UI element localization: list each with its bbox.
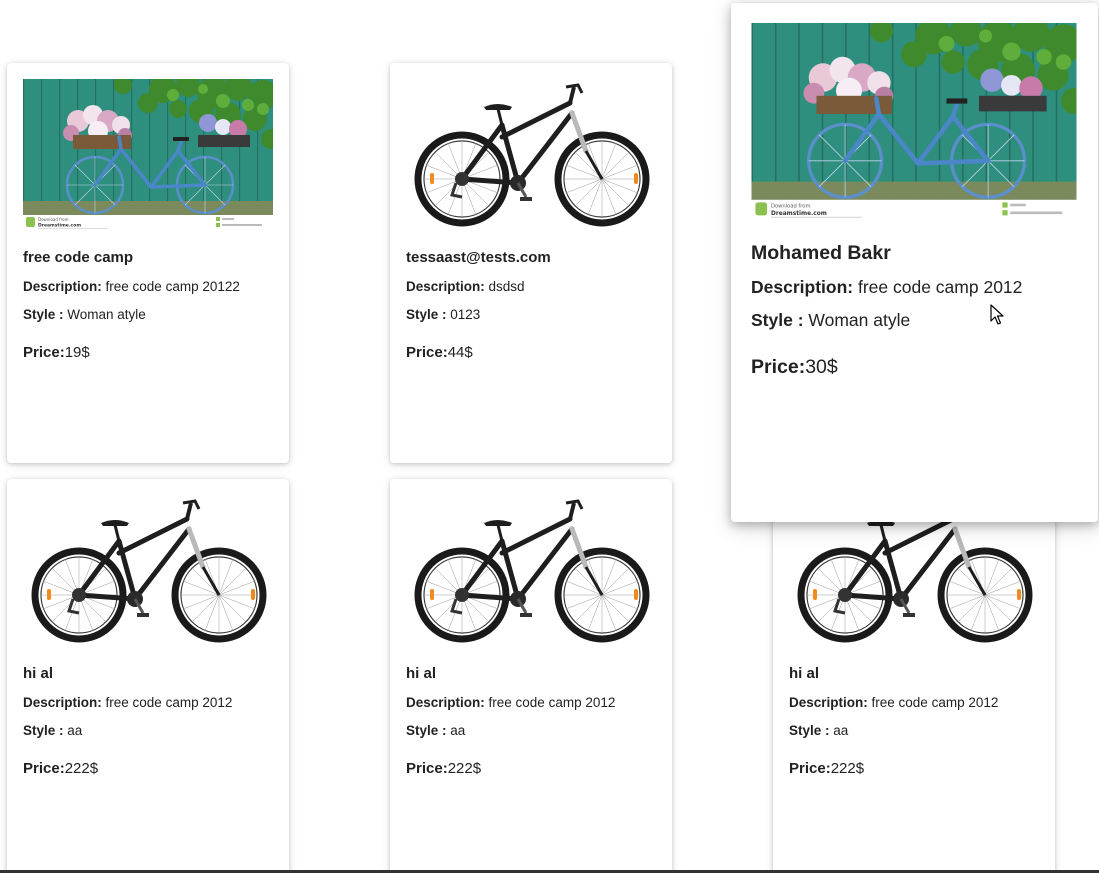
- price-label: Price:: [23, 760, 65, 777]
- price-row: Price:19$: [23, 344, 273, 362]
- product-title: hi al: [406, 665, 437, 682]
- price-value: 44$: [447, 344, 473, 361]
- description-row: Description: free code camp 20122: [23, 279, 273, 295]
- product-title: free code camp: [23, 249, 134, 266]
- description-value: free code camp 20122: [105, 279, 240, 294]
- style-value: aa: [833, 723, 849, 738]
- product-card[interactable]: hi al Description: free code camp 2012 S…: [773, 479, 1055, 873]
- description-value: free code camp 2012: [488, 695, 616, 710]
- price-row: Price:44$: [406, 344, 656, 362]
- style-row: Style : 0123: [406, 307, 656, 323]
- style-row: Style : aa: [23, 723, 273, 739]
- price-label: Price:: [751, 356, 806, 378]
- product-card[interactable]: tessaast@tests.com Description: dsdsd St…: [390, 63, 672, 463]
- price-row: Price:30$: [751, 356, 1078, 378]
- price-value: 222$: [830, 760, 865, 777]
- price-label: Price:: [789, 760, 831, 777]
- style-value: Woman atyle: [808, 310, 911, 330]
- style-row: Style : aa: [406, 723, 656, 739]
- style-label: Style :: [406, 723, 447, 738]
- description-value: dsdsd: [488, 279, 525, 294]
- description-label: Description:: [406, 279, 485, 294]
- product-title: hi al: [23, 665, 54, 682]
- product-image: [751, 23, 1077, 218]
- product-title: Mohamed Bakr: [751, 242, 891, 264]
- description-value: free code camp 2012: [105, 695, 233, 710]
- price-label: Price:: [406, 760, 448, 777]
- price-label: Price:: [406, 344, 448, 361]
- description-row: Description: free code camp 2012: [406, 695, 656, 711]
- product-card[interactable]: hi al Description: free code camp 2012 S…: [7, 479, 289, 873]
- style-value: aa: [450, 723, 466, 738]
- price-value: 19$: [64, 344, 90, 361]
- price-row: Price:222$: [789, 760, 1039, 778]
- price-row: Price:222$: [406, 760, 656, 778]
- style-label: Style :: [23, 723, 64, 738]
- price-value: 222$: [447, 760, 482, 777]
- product-card[interactable]: hi al Description: free code camp 2012 S…: [390, 479, 672, 873]
- style-value: Woman atyle: [67, 307, 146, 322]
- style-row: Style : Woman atyle: [751, 311, 1078, 330]
- product-grid: free code camp Description: free code ca…: [0, 0, 1099, 873]
- product-title: tessaast@tests.com: [406, 249, 551, 266]
- description-label: Description:: [23, 695, 102, 710]
- mouse-cursor-icon: [990, 304, 1004, 325]
- product-image: [406, 495, 656, 645]
- description-row: Description: free code camp 2012: [789, 695, 1039, 711]
- description-label: Description:: [789, 695, 868, 710]
- product-card-hovered[interactable]: Mohamed Bakr Description: free code camp…: [731, 3, 1098, 522]
- style-row: Style : aa: [789, 723, 1039, 739]
- price-value: 30$: [805, 356, 838, 378]
- description-label: Description:: [751, 277, 854, 297]
- style-value: 0123: [450, 307, 481, 322]
- style-label: Style :: [751, 310, 804, 330]
- product-title: hi al: [789, 665, 820, 682]
- product-image: [23, 495, 273, 645]
- description-row: Description: free code camp 2012: [23, 695, 273, 711]
- price-row: Price:222$: [23, 760, 273, 778]
- description-value: free code camp 2012: [871, 695, 999, 710]
- style-label: Style :: [789, 723, 830, 738]
- price-value: 222$: [64, 760, 99, 777]
- description-value: free code camp 2012: [857, 277, 1023, 297]
- style-value: aa: [67, 723, 83, 738]
- product-card[interactable]: free code camp Description: free code ca…: [7, 63, 289, 463]
- description-row: Description: dsdsd: [406, 279, 656, 295]
- style-label: Style :: [23, 307, 64, 322]
- price-label: Price:: [23, 344, 65, 361]
- product-image: [406, 79, 656, 229]
- description-label: Description:: [23, 279, 102, 294]
- style-label: Style :: [406, 307, 447, 322]
- description-label: Description:: [406, 695, 485, 710]
- description-row: Description: free code camp 2012: [751, 278, 1078, 297]
- style-row: Style : Woman atyle: [23, 307, 273, 323]
- product-image: [23, 79, 273, 229]
